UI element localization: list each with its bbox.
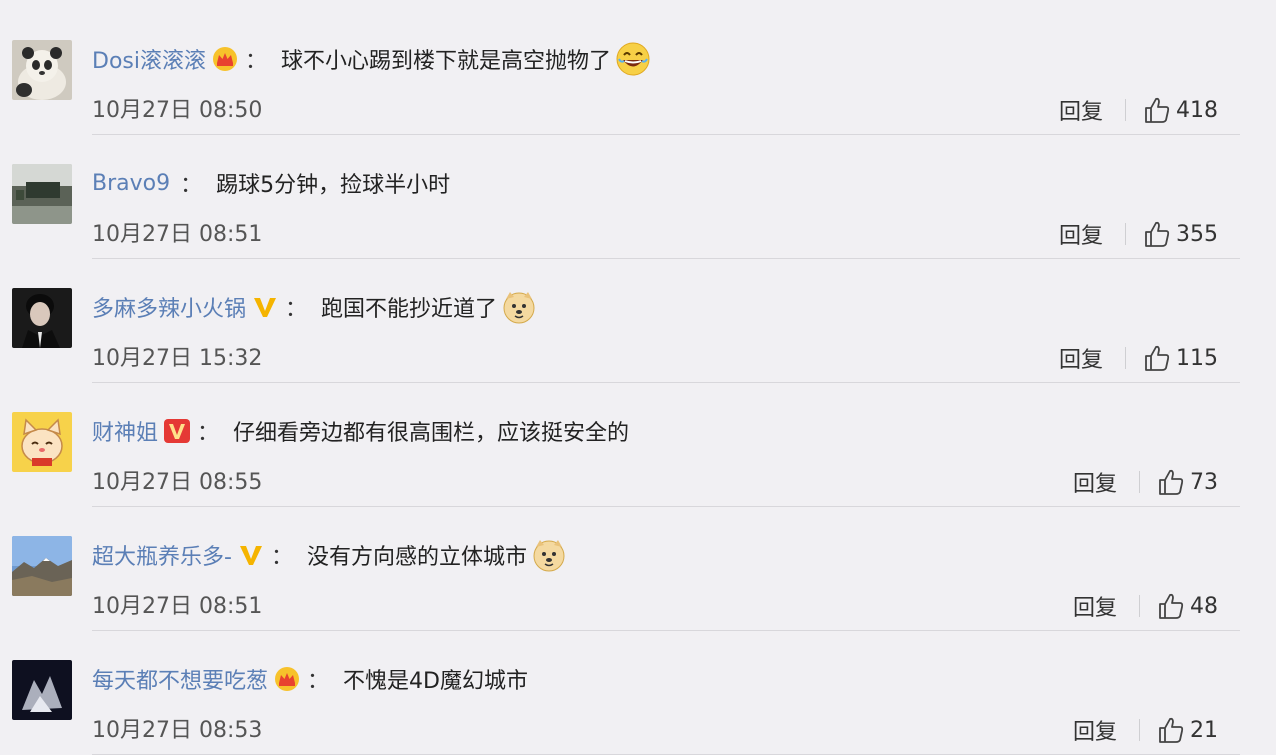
comment-text: 仔细看旁边都有很高围栏，应该挺安全的 <box>233 421 630 446</box>
comment-text: 球不小心踢到楼下就是高空抛物了 <box>281 49 612 74</box>
laugh-emoji-icon <box>615 41 651 77</box>
divider <box>1125 223 1126 245</box>
like-button[interactable]: 355 <box>1144 220 1218 248</box>
username-link[interactable]: 多麻多辣小火锅 <box>92 291 246 323</box>
verified-v-red-icon <box>163 418 191 444</box>
comment-text: 跑国不能抄近道了 <box>321 297 498 322</box>
crown-badge-icon <box>273 666 301 692</box>
username-link[interactable]: Bravo9 <box>92 171 170 196</box>
avatar[interactable] <box>12 660 72 720</box>
avatar[interactable] <box>12 288 72 348</box>
username-link[interactable]: 财神姐 <box>92 415 158 447</box>
landscape-avatar-icon <box>12 164 72 224</box>
comment-actions: 回复 418 <box>1059 94 1218 126</box>
thumbs-up-icon <box>1145 97 1170 123</box>
divider <box>1139 719 1140 741</box>
comment-item: 超大瓶养乐多- ： 没有方向感的立体城市 10月27日 08:51 回复 48 <box>0 506 1276 631</box>
comment-line: 财神姐 ： 仔细看旁边都有很高围栏，应该挺安全的 <box>92 414 629 448</box>
like-count: 48 <box>1190 593 1218 619</box>
reply-button[interactable]: 回复 <box>1073 466 1117 498</box>
username-link[interactable]: 超大瓶养乐多- <box>92 539 232 571</box>
comment-line: 多麻多辣小火锅 ： 跑国不能抄近道了 <box>92 290 537 324</box>
verified-v-icon <box>251 294 279 320</box>
avatar[interactable] <box>12 40 72 100</box>
dark-avatar-icon <box>12 660 72 720</box>
divider <box>1139 595 1140 617</box>
divider <box>1125 347 1126 369</box>
comment-item: 每天都不想要吃葱 ： 不愧是4D魔幻城市 10月27日 08:53 回复 21 <box>0 630 1276 755</box>
like-button[interactable]: 21 <box>1158 716 1218 744</box>
thumbs-up-icon <box>1159 593 1184 619</box>
comment-timestamp: 10月27日 15:32 <box>92 346 263 371</box>
like-button[interactable]: 73 <box>1158 468 1218 496</box>
like-button[interactable]: 115 <box>1144 344 1218 372</box>
comment-timestamp: 10月27日 08:50 <box>92 98 263 123</box>
verified-v-icon <box>237 542 265 568</box>
mountain-avatar-icon <box>12 536 72 596</box>
divider <box>1139 471 1140 493</box>
thumbs-up-icon <box>1159 469 1184 495</box>
cat-avatar-icon <box>12 412 72 472</box>
comment-line: 超大瓶养乐多- ： 没有方向感的立体城市 <box>92 538 567 572</box>
comment-item: Dosi滚滚滚 ： 球不小心踢到楼下就是高空抛物了 10月27日 08:50 回… <box>0 10 1276 135</box>
reply-button[interactable]: 回复 <box>1059 342 1103 374</box>
avatar[interactable] <box>12 412 72 472</box>
panda-avatar-icon <box>12 40 72 100</box>
comment-item: 多麻多辣小火锅 ： 跑国不能抄近道了 10月27日 15:32 回复 115 <box>0 258 1276 383</box>
comment-text: 踢球5分钟，捡球半小时 <box>216 173 451 198</box>
like-button[interactable]: 48 <box>1158 592 1218 620</box>
like-count: 21 <box>1190 717 1218 743</box>
comment-timestamp: 10月27日 08:53 <box>92 718 263 743</box>
comment-item: 财神姐 ： 仔细看旁边都有很高围栏，应该挺安全的 10月27日 08:55 回复… <box>0 382 1276 507</box>
thumbs-up-icon <box>1145 221 1170 247</box>
comment-line: Bravo9 ： 踢球5分钟，捡球半小时 <box>92 166 450 200</box>
comment-actions: 回复 115 <box>1059 342 1218 374</box>
like-count: 355 <box>1176 221 1218 247</box>
username-link[interactable]: Dosi滚滚滚 <box>92 43 206 75</box>
comment-actions: 回复 21 <box>1073 714 1218 746</box>
comment-actions: 回复 355 <box>1059 218 1218 250</box>
comment-actions: 回复 48 <box>1073 590 1218 622</box>
reply-button[interactable]: 回复 <box>1059 94 1103 126</box>
reply-button[interactable]: 回复 <box>1059 218 1103 250</box>
comment-text: 不愧是4D魔幻城市 <box>343 669 528 694</box>
comment-timestamp: 10月27日 08:51 <box>92 222 263 247</box>
portrait-avatar-icon <box>12 288 72 348</box>
comment-line: Dosi滚滚滚 ： 球不小心踢到楼下就是高空抛物了 <box>92 42 651 76</box>
thumbs-up-icon <box>1159 717 1184 743</box>
comment-timestamp: 10月27日 08:51 <box>92 594 263 619</box>
crown-badge-icon <box>211 46 239 72</box>
comment-actions: 回复 73 <box>1073 466 1218 498</box>
avatar[interactable] <box>12 536 72 596</box>
like-button[interactable]: 418 <box>1144 96 1218 124</box>
doge-emoji-icon <box>531 537 567 573</box>
comment-timestamp: 10月27日 08:55 <box>92 470 263 495</box>
like-count: 418 <box>1176 97 1218 123</box>
like-count: 115 <box>1176 345 1218 371</box>
comment-line: 每天都不想要吃葱 ： 不愧是4D魔幻城市 <box>92 662 528 696</box>
comment-item: Bravo9 ： 踢球5分钟，捡球半小时 10月27日 08:51 回复 355 <box>0 134 1276 259</box>
thumbs-up-icon <box>1145 345 1170 371</box>
reply-button[interactable]: 回复 <box>1073 590 1117 622</box>
like-count: 73 <box>1190 469 1218 495</box>
avatar[interactable] <box>12 164 72 224</box>
divider <box>1125 99 1126 121</box>
doge-emoji-icon <box>501 289 537 325</box>
reply-button[interactable]: 回复 <box>1073 714 1117 746</box>
username-link[interactable]: 每天都不想要吃葱 <box>92 663 268 695</box>
comment-text: 没有方向感的立体城市 <box>306 545 527 570</box>
